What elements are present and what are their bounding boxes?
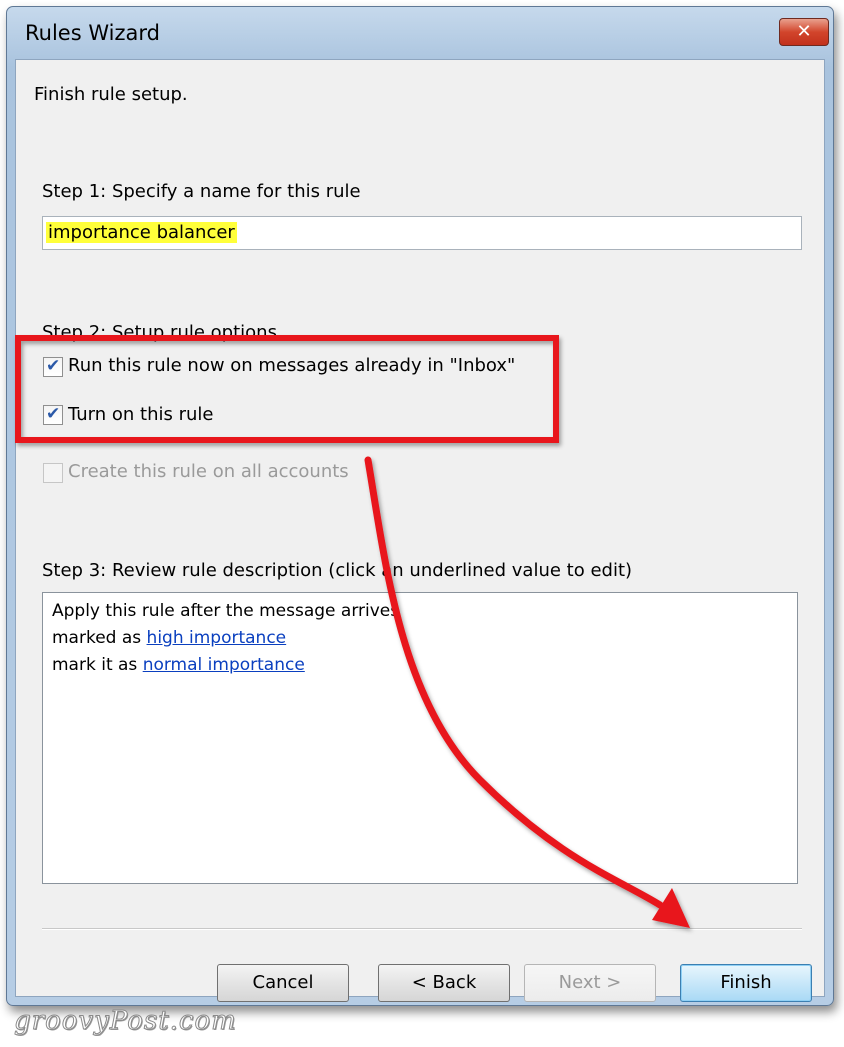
rule-description-box[interactable]: Apply this rule after the message arrive…: [42, 592, 798, 884]
description-line-2: marked as high importance: [52, 628, 287, 648]
rules-wizard-window: Rules Wizard ✕ Finish rule setup. Step 1…: [6, 6, 834, 1006]
turn-on-rule-checkbox[interactable]: ✔: [43, 404, 63, 425]
turn-on-rule-label[interactable]: Turn on this rule: [68, 404, 213, 425]
all-accounts-checkbox: [43, 463, 63, 483]
back-button[interactable]: < Back: [378, 964, 510, 1002]
rule-name-value: importance balancer: [46, 222, 237, 243]
close-button[interactable]: ✕: [779, 18, 829, 46]
step2-label: Step 2: Setup rule options: [42, 322, 277, 343]
all-accounts-label: Create this rule on all accounts: [68, 461, 349, 482]
next-button: Next >: [524, 964, 656, 1002]
window-title: Rules Wizard: [25, 21, 160, 45]
high-importance-link[interactable]: high importance: [147, 628, 287, 648]
rule-name-input[interactable]: importance balancer: [42, 216, 802, 250]
button-separator: [42, 928, 802, 930]
run-now-label[interactable]: Run this rule now on messages already in…: [68, 355, 515, 376]
normal-importance-link[interactable]: normal importance: [143, 655, 305, 675]
checkmark-icon: ✔: [46, 356, 61, 376]
close-icon: ✕: [796, 21, 812, 42]
finish-button[interactable]: Finish: [680, 964, 812, 1002]
watermark-logo: groovyPost.com: [14, 1006, 237, 1037]
run-now-checkbox[interactable]: ✔: [43, 356, 63, 377]
description-line-1: Apply this rule after the message arrive…: [52, 601, 400, 621]
step3-label: Step 3: Review rule description (click a…: [42, 560, 633, 581]
page-header: Finish rule setup.: [34, 84, 188, 105]
cancel-button[interactable]: Cancel: [217, 964, 349, 1002]
step1-label: Step 1: Specify a name for this rule: [42, 181, 361, 202]
title-bar[interactable]: Rules Wizard ✕: [7, 7, 833, 59]
wizard-body: Finish rule setup. Step 1: Specify a nam…: [15, 59, 825, 1002]
description-line-3: mark it as normal importance: [52, 655, 305, 675]
checkmark-icon: ✔: [46, 404, 61, 424]
